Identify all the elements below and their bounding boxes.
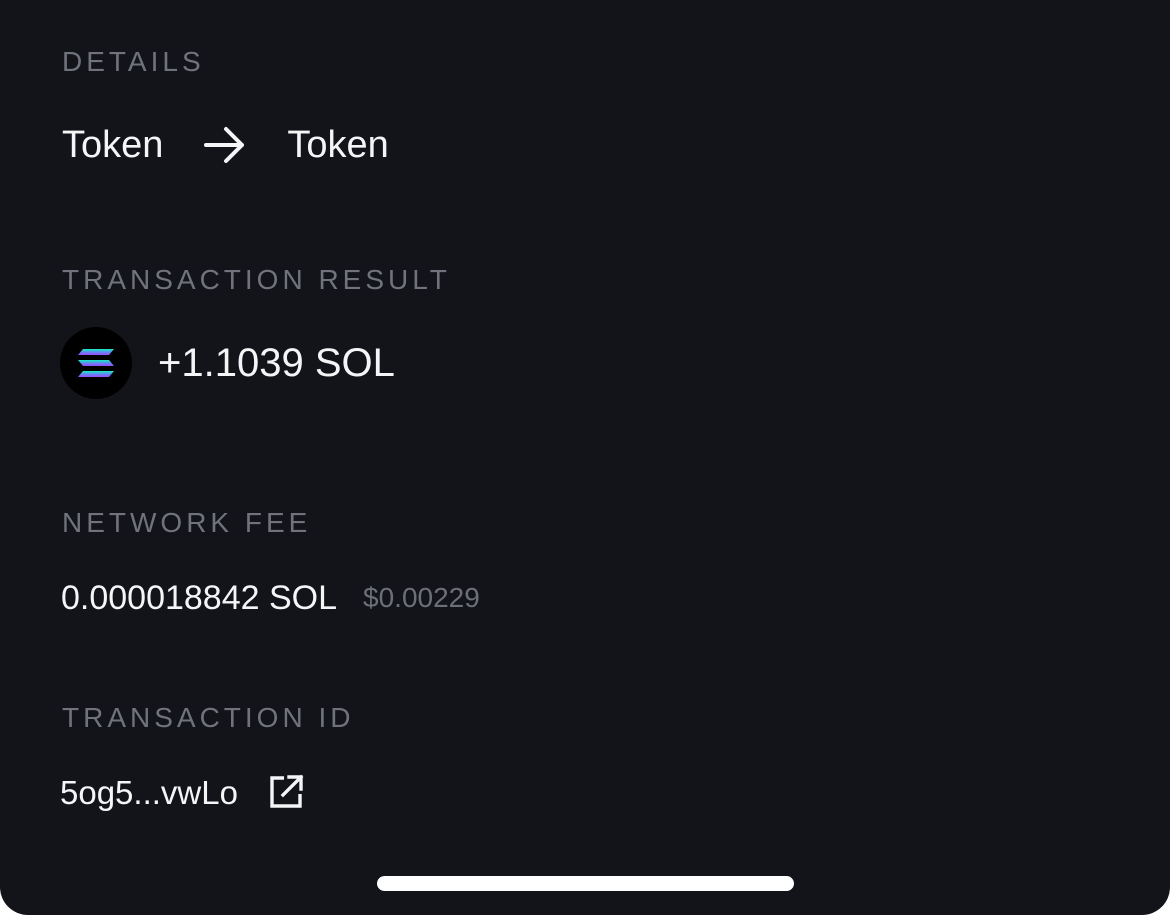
transaction-id-row[interactable]: 5og5...vwLo bbox=[60, 772, 304, 812]
external-link-icon[interactable] bbox=[268, 774, 304, 810]
transaction-details-screen: DETAILS Token Token TRANSACTION RESULT +… bbox=[0, 0, 1170, 915]
home-indicator[interactable] bbox=[377, 876, 794, 891]
to-token-name: Token bbox=[287, 124, 389, 166]
network-fee-label: NETWORK FEE bbox=[62, 507, 312, 538]
network-fee-amount: 0.000018842 SOL bbox=[61, 579, 338, 617]
network-fee-usd: $0.00229 bbox=[363, 582, 480, 613]
transaction-id-value[interactable]: 5og5...vwLo bbox=[60, 776, 238, 809]
swap-tokens-row: Token Token bbox=[62, 125, 389, 165]
transaction-result-row: +1.1039 SOL bbox=[60, 327, 395, 399]
transaction-id-label: TRANSACTION ID bbox=[62, 702, 355, 733]
network-fee-row: 0.000018842 SOL $0.00229 bbox=[61, 578, 480, 618]
details-label: DETAILS bbox=[62, 46, 205, 77]
solana-icon bbox=[60, 327, 132, 399]
from-token-name: Token bbox=[62, 124, 164, 166]
arrow-right-icon bbox=[204, 127, 245, 163]
result-amount: +1.1039 SOL bbox=[158, 341, 395, 385]
transaction-result-label: TRANSACTION RESULT bbox=[62, 264, 451, 295]
